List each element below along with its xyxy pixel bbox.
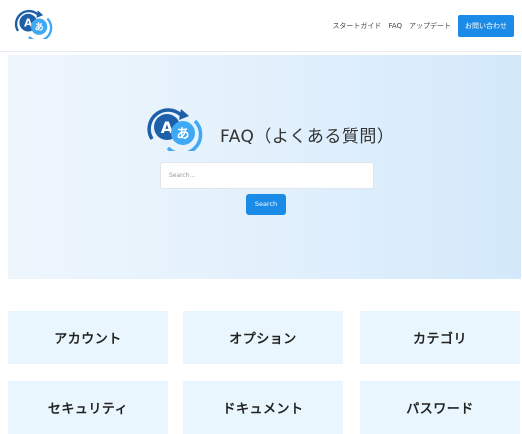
- top-header: A あ スタートガイド FAQ アップデート お問い合わせ: [0, 0, 522, 52]
- nav-link-updates[interactable]: アップデート: [409, 21, 451, 31]
- nav-link-faq[interactable]: FAQ: [388, 22, 402, 30]
- category-card-category[interactable]: カテゴリ: [360, 311, 520, 364]
- category-label: パスワード: [406, 402, 474, 417]
- category-label: アカウント: [54, 332, 122, 347]
- search-button[interactable]: Search: [246, 194, 286, 215]
- category-label: カテゴリ: [412, 332, 467, 347]
- category-card-security[interactable]: セキュリティ: [8, 381, 168, 434]
- top-nav: スタートガイド FAQ アップデート お問い合わせ: [332, 15, 514, 37]
- hero-logo-icon: A あ: [147, 108, 203, 151]
- category-card-account[interactable]: アカウント: [8, 311, 168, 364]
- category-card-documents[interactable]: ドキュメント: [183, 381, 343, 434]
- category-label: オプション: [229, 332, 297, 347]
- category-card-options[interactable]: オプション: [183, 311, 343, 364]
- logo-icon[interactable]: A あ: [13, 9, 53, 39]
- svg-text:あ: あ: [176, 127, 189, 142]
- logo-kana: あ: [35, 22, 44, 33]
- category-card-password[interactable]: パスワード: [360, 381, 520, 434]
- contact-button[interactable]: お問い合わせ: [458, 15, 514, 37]
- category-label: セキュリティ: [47, 402, 129, 417]
- nav-link-start-guide[interactable]: スタートガイド: [332, 21, 381, 31]
- page-title: FAQ（よくある質問）: [220, 127, 395, 147]
- hero-section: A あ FAQ（よくある質問） Search: [8, 55, 521, 279]
- category-label: ドキュメント: [222, 402, 304, 417]
- search-input[interactable]: [160, 162, 374, 189]
